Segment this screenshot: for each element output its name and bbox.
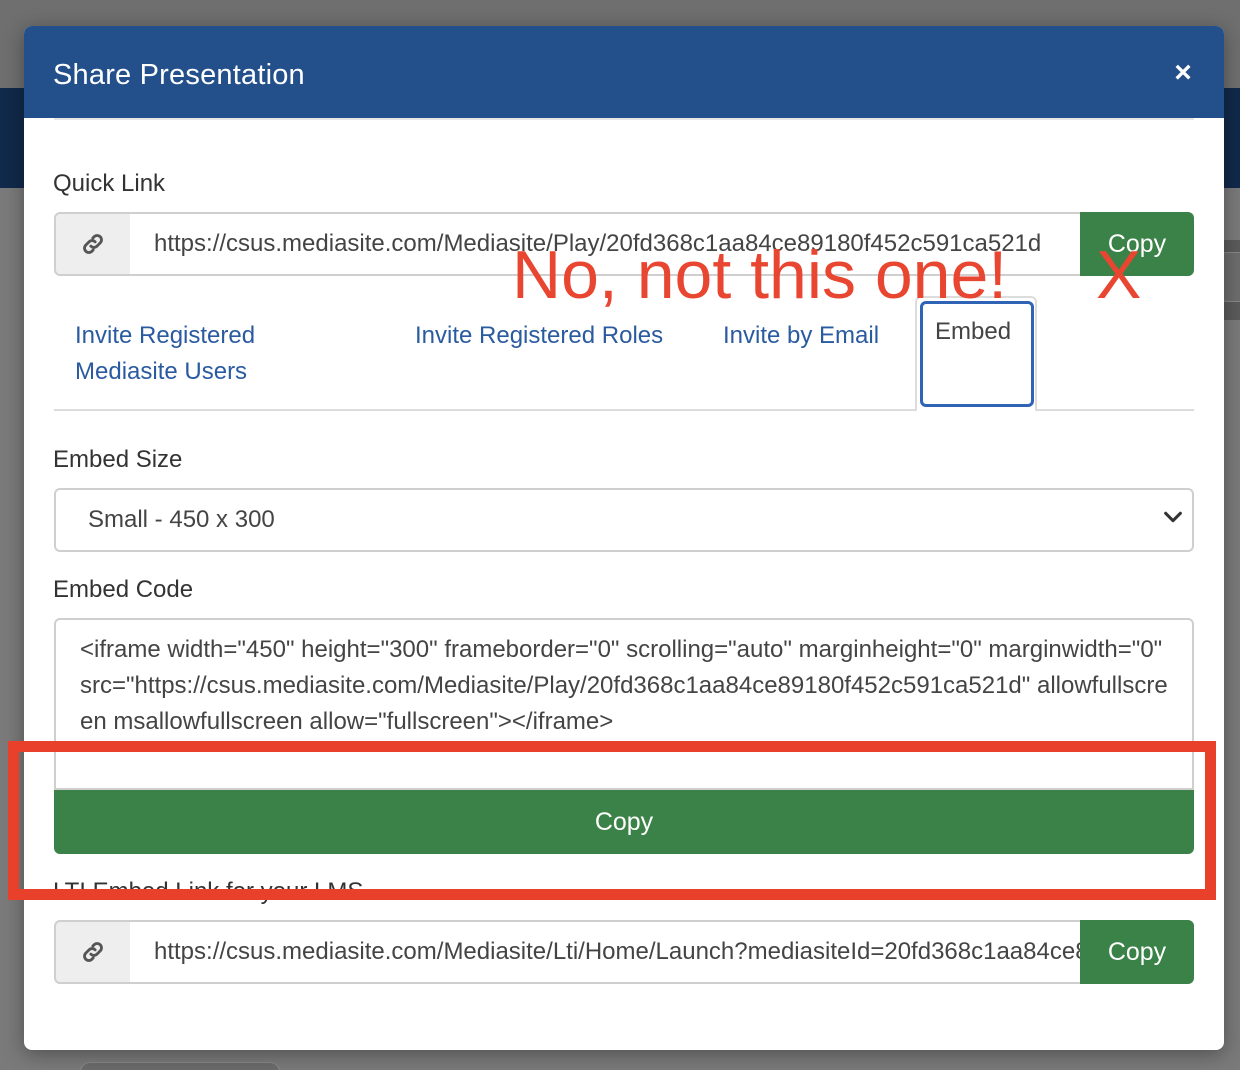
embed-size-select[interactable]: Small - 450 x 300 (54, 488, 1194, 552)
embed-size-label: Embed Size (53, 446, 183, 473)
lti-link-group: https://csus.mediasite.com/Mediasite/Lti… (54, 920, 1194, 984)
embed-code-text: <iframe width="450" height="300" framebo… (80, 636, 1168, 735)
annotation-x-mark: X (1096, 237, 1142, 313)
tab-invite-registered-users[interactable]: Invite Registered Mediasite Users (75, 318, 335, 390)
tab-invite-by-email[interactable]: Invite by Email (723, 318, 879, 354)
tab-focus-ring (920, 301, 1034, 407)
annotation-note: No, not this one! (512, 237, 1008, 313)
background-button (80, 1062, 280, 1070)
modal-header: Share Presentation × (24, 26, 1224, 118)
modal-title: Share Presentation (53, 59, 305, 91)
background-tab (1222, 252, 1240, 302)
link-icon (54, 212, 132, 276)
embed-code-label: Embed Code (53, 576, 194, 603)
close-icon[interactable]: × (1168, 56, 1198, 90)
quick-link-label: Quick Link (53, 170, 166, 197)
tab-invite-registered-roles[interactable]: Invite Registered Roles (415, 318, 663, 354)
link-icon (54, 920, 132, 984)
lti-link-input[interactable]: https://csus.mediasite.com/Mediasite/Lti… (130, 920, 1082, 984)
lti-link-copy-button[interactable]: Copy (1080, 920, 1194, 984)
tab-embed-label[interactable]: Embed (935, 318, 1011, 346)
chevron-down-icon (1164, 511, 1182, 523)
annotation-highlight-box (8, 741, 1216, 900)
divider (54, 118, 1194, 120)
